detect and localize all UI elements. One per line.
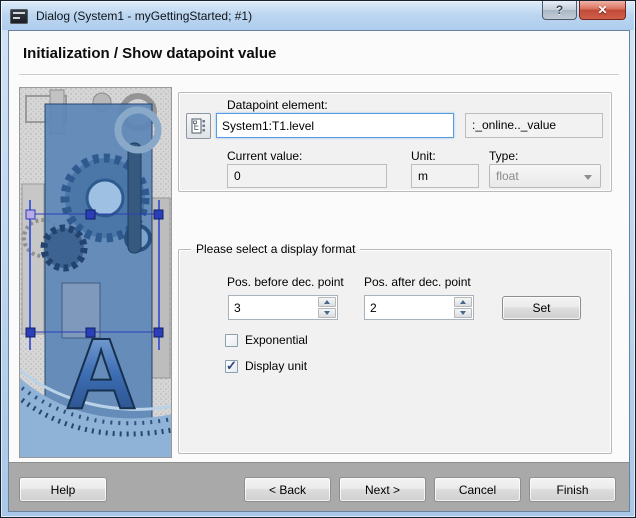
dialog-content: Initialization / Show datapoint value — [8, 30, 630, 512]
exponential-checkbox-row[interactable]: Exponential — [225, 333, 308, 347]
dp-tree-icon — [191, 118, 206, 134]
pos-after-label: Pos. after dec. point — [364, 275, 471, 289]
pos-before-spinbox — [228, 295, 338, 320]
dropdown-arrow-icon — [584, 175, 592, 180]
display-unit-label: Display unit — [245, 359, 307, 373]
next-button[interactable]: Next > — [339, 477, 426, 502]
check-icon: ✓ — [226, 358, 237, 374]
question-icon: ? — [556, 3, 563, 17]
spin-up-icon — [460, 300, 466, 304]
pos-after-spinbox — [364, 295, 474, 320]
close-button[interactable]: ✕ — [579, 1, 626, 20]
datapoint-selector-button[interactable] — [186, 113, 211, 139]
pos-after-input[interactable] — [365, 296, 453, 319]
title-bar[interactable]: Dialog (System1 - myGettingStarted; #1) — [2, 2, 634, 30]
datapoint-attribute-field: :_online.._value — [465, 113, 603, 138]
current-value-field: 0 — [227, 164, 387, 188]
finish-button[interactable]: Finish — [529, 477, 616, 502]
footer-bar: Help < Back Next > Cancel Finish — [9, 462, 629, 511]
type-dropdown-value: float — [496, 169, 519, 183]
spin-down-button[interactable] — [454, 308, 472, 318]
window-title: Dialog (System1 - myGettingStarted; #1) — [36, 9, 252, 23]
dialog-window: Dialog (System1 - myGettingStarted; #1) … — [0, 0, 636, 518]
spin-up-button[interactable] — [318, 297, 336, 307]
set-button[interactable]: Set — [502, 296, 581, 320]
graphic-letter: A — [65, 318, 137, 430]
app-icon — [10, 9, 28, 24]
display-unit-checkbox-row[interactable]: ✓ Display unit — [225, 359, 307, 373]
page-title: Initialization / Show datapoint value — [23, 45, 276, 62]
spin-up-button[interactable] — [454, 297, 472, 307]
help-button[interactable]: Help — [19, 477, 107, 502]
wizard-graphic: A — [20, 88, 172, 458]
datapoint-group: Datapoint element: :_online.._value Curr… — [178, 92, 612, 192]
wizard-graphic-frame: A — [19, 87, 172, 458]
current-value-label: Current value: — [227, 149, 302, 163]
unit-field: m — [411, 164, 479, 188]
pos-before-input[interactable] — [229, 296, 317, 319]
exponential-checkbox[interactable] — [225, 334, 238, 347]
spin-down-button[interactable] — [318, 308, 336, 318]
spin-down-icon — [324, 311, 330, 315]
datapoint-element-input[interactable] — [216, 113, 454, 138]
help-caption-button[interactable]: ? — [542, 1, 577, 20]
pos-before-label: Pos. before dec. point — [227, 275, 344, 289]
datapoint-element-label: Datapoint element: — [227, 98, 328, 112]
title-separator — [19, 74, 619, 76]
type-label: Type: — [489, 149, 518, 163]
spin-down-icon — [460, 311, 466, 315]
exponential-label: Exponential — [245, 333, 308, 347]
display-unit-checkbox[interactable]: ✓ — [225, 360, 238, 373]
display-format-group: Please select a display format Pos. befo… — [178, 249, 612, 454]
display-format-group-title: Please select a display format — [191, 242, 360, 256]
back-button[interactable]: < Back — [244, 477, 331, 502]
close-icon: ✕ — [597, 3, 607, 17]
cancel-button[interactable]: Cancel — [434, 477, 521, 502]
unit-label: Unit: — [411, 149, 436, 163]
type-dropdown[interactable]: float — [489, 164, 601, 188]
spin-up-icon — [324, 300, 330, 304]
